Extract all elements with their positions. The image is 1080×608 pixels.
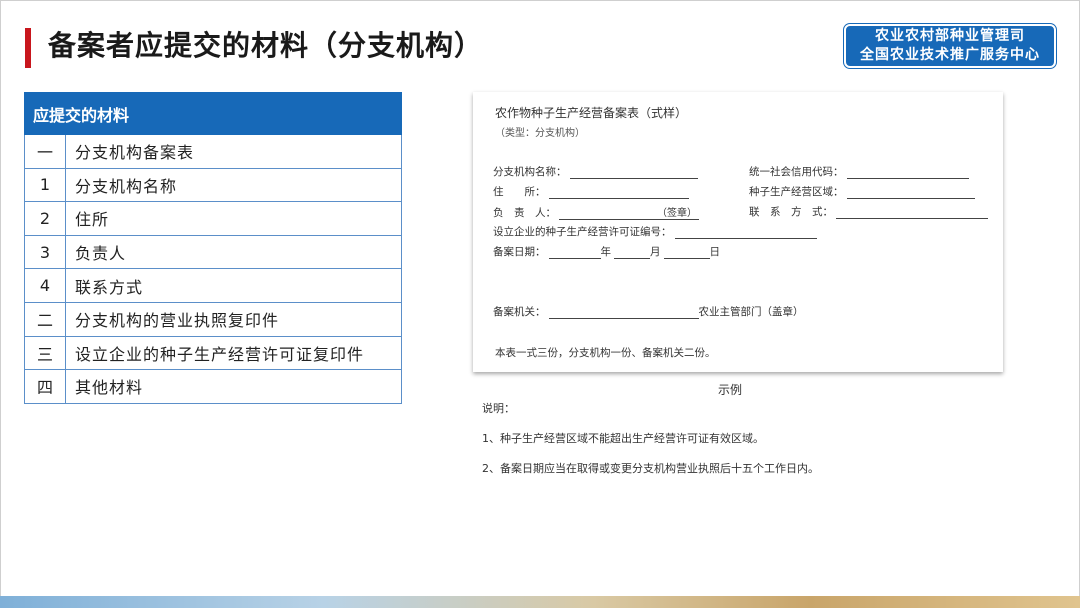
form-label: 住 所：: [493, 186, 546, 198]
date-month: 月: [650, 246, 661, 258]
form-subtitle: （类型：分支机构）: [495, 128, 585, 139]
form-copies-note: 本表一式三份，分支机构一份、备案机关二份。: [495, 347, 716, 359]
sample-caption: 示例: [717, 383, 742, 397]
table-row: 一 分支机构备案表: [24, 134, 402, 169]
form-signature-note: （签章）: [559, 204, 699, 220]
date-day: 日: [709, 246, 721, 258]
page-title: 备案者应提交的材料（分支机构）: [48, 29, 484, 62]
row-index: 1: [24, 167, 66, 203]
row-text: 分支机构名称: [65, 167, 402, 203]
row-index: 四: [24, 369, 66, 404]
row-text: 分支机构的营业执照复印件: [65, 301, 402, 337]
footer-decoration-strip: [0, 596, 1080, 608]
table-row: 三 设立企业的种子生产经营许可证复印件: [24, 335, 402, 371]
form-field-credit-code: 统一社会信用代码：: [749, 164, 969, 179]
table-row: 2 住所: [24, 201, 402, 236]
row-text: 负责人: [65, 234, 402, 270]
authority-suffix: 农业主管部门（盖章）: [698, 306, 804, 318]
row-text: 分支机构备案表: [65, 134, 402, 169]
form-field-manager: 负 责 人： （签章）: [493, 204, 699, 220]
form-field-region: 种子生产经营区域：: [749, 184, 975, 199]
table-row: 四 其他材料: [24, 369, 402, 404]
row-text: 设立企业的种子生产经营许可证复印件: [65, 335, 402, 371]
row-index: 三: [24, 335, 66, 371]
notes-heading: 说明：: [482, 402, 515, 415]
materials-table: 应提交的材料 一 分支机构备案表 1 分支机构名称 2 住所 3 负责人 4 联…: [24, 92, 402, 404]
form-label: 分支机构名称：: [493, 166, 567, 178]
form-field-authority: 备案机关： 农业主管部门（盖章）: [493, 304, 804, 319]
table-row: 1 分支机构名称: [24, 167, 402, 203]
form-field-date: 备案日期： 年 月 日: [493, 244, 720, 259]
org-name-line1: 农业农村部种业管理司: [875, 28, 1025, 44]
form-field-contact: 联 系 方 式：: [749, 204, 988, 219]
table-row: 3 负责人: [24, 234, 402, 270]
note-item: 2、备案日期应当在取得或变更分支机构营业执照后十五个工作日内。: [482, 462, 819, 475]
table-header-row: 应提交的材料: [24, 92, 402, 135]
row-text: 联系方式: [65, 268, 402, 303]
form-field-address: 住 所：: [493, 184, 689, 199]
form-field-license-no: 设立企业的种子生产经营许可证编号：: [493, 224, 817, 239]
org-logo-badge: 农业农村部种业管理司 全国农业技术推广服务中心: [844, 24, 1056, 68]
table-row: 4 联系方式: [24, 268, 402, 303]
date-year: 年: [600, 246, 612, 258]
form-label: 备案日期：: [493, 246, 546, 258]
notes-section: 说明： 1、种子生产经营区域不能超出生产经营许可证有效区域。 2、备案日期应当在…: [482, 400, 819, 490]
row-text: 住所: [65, 201, 402, 236]
form-title: 农作物种子生产经营备案表（式样）: [495, 106, 688, 120]
form-field-branch-name: 分支机构名称：: [493, 164, 698, 179]
sample-form-image: 农作物种子生产经营备案表（式样） （类型：分支机构） 分支机构名称： 统一社会信…: [473, 92, 1003, 372]
row-index: 2: [24, 201, 66, 236]
form-label: 统一社会信用代码：: [749, 166, 844, 178]
title-accent-bar: [25, 28, 31, 68]
table-row: 二 分支机构的营业执照复印件: [24, 301, 402, 337]
form-label: 联 系 方 式：: [749, 206, 833, 218]
org-name-line2: 全国农业技术推广服务中心: [860, 47, 1040, 63]
note-item: 1、种子生产经营区域不能超出生产经营许可证有效区域。: [482, 432, 764, 445]
row-index: 3: [24, 234, 66, 270]
form-label: 种子生产经营区域：: [749, 186, 844, 198]
row-index: 二: [24, 301, 66, 337]
form-label: 备案机关：: [493, 306, 546, 318]
form-label: 设立企业的种子生产经营许可证编号：: [493, 226, 672, 238]
row-index: 一: [24, 134, 66, 169]
row-text: 其他材料: [65, 369, 402, 404]
form-label: 负 责 人：: [493, 207, 556, 219]
table-heading: 应提交的材料: [24, 92, 402, 135]
row-index: 4: [24, 268, 66, 303]
